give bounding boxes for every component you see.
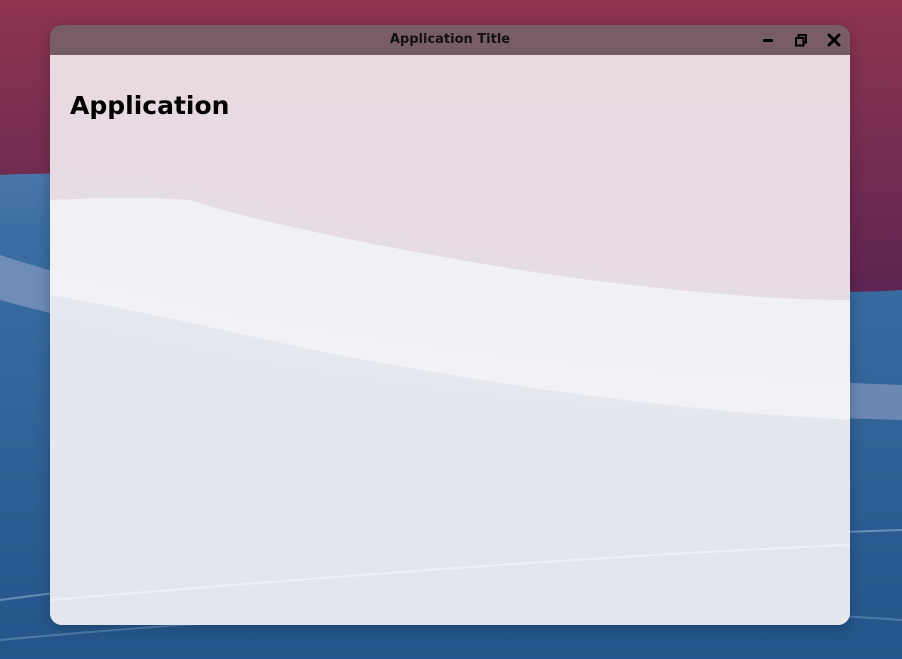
application-window[interactable]: Application Application Title xyxy=(50,25,850,625)
desktop: Application Application Title xyxy=(0,0,902,659)
maximize-button[interactable] xyxy=(792,31,810,49)
content-background xyxy=(50,55,850,625)
close-button[interactable] xyxy=(825,31,843,49)
window-content: Application xyxy=(50,55,850,625)
close-icon xyxy=(827,33,841,47)
title-bar[interactable]: Application Title xyxy=(50,25,850,55)
app-heading: Application xyxy=(70,91,230,120)
minimize-button[interactable] xyxy=(759,31,777,49)
restore-icon xyxy=(795,34,807,47)
minimize-icon xyxy=(763,39,773,42)
window-title: Application Title xyxy=(389,32,511,47)
